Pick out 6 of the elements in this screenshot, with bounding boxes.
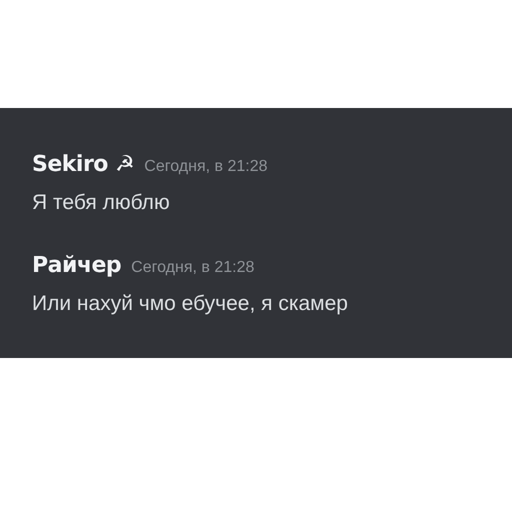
message-text: Я тебя люблю [32, 190, 171, 216]
username[interactable]: Райчер [32, 248, 122, 282]
timestamp: Сегодня, в 21:28 [144, 157, 268, 177]
message-text: Или нахуй чмо ебучее, я скамер [32, 290, 349, 316]
timestamp: Сегодня, в 21:28 [131, 258, 254, 278]
username[interactable]: Sekiro ☭ [32, 148, 134, 181]
